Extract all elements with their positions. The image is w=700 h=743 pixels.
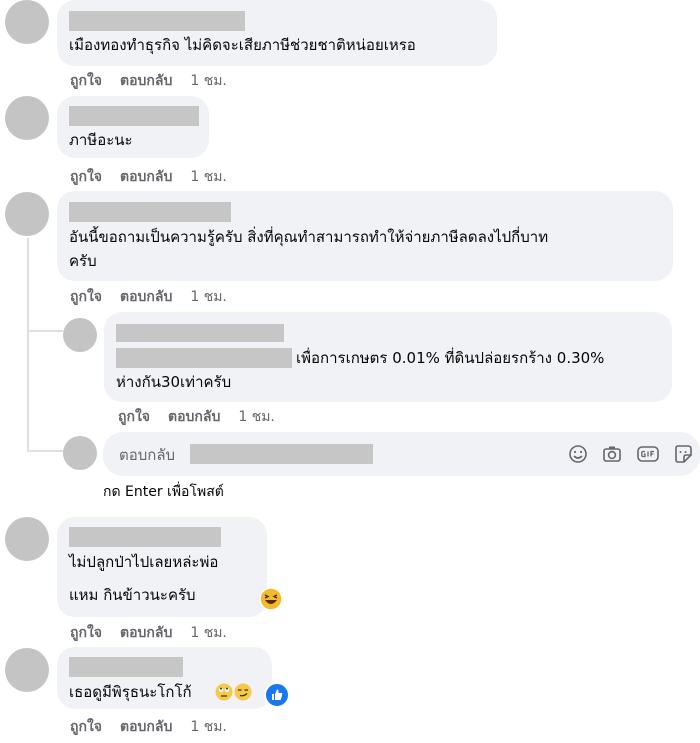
avatar[interactable] [5, 648, 49, 692]
timestamp[interactable]: 1 ชม. [190, 625, 227, 641]
reply-button[interactable]: ตอบกลับ [120, 169, 172, 185]
redacted-author-name [116, 324, 284, 342]
comment-actions: ถูกใจ ตอบกลับ 1 ชม. [70, 166, 245, 188]
comment-bubble: เธอดูมีพิรุธนะโกโก้ [57, 647, 272, 709]
reply-input-label: ตอบกลับ [119, 446, 176, 464]
avatar[interactable] [5, 517, 49, 561]
comment-bubble: เพื่อการเกษตร 0.01% ที่ดินปล่อยรกร้าง 0.… [104, 312, 672, 402]
emoji-icon[interactable] [568, 444, 588, 464]
laughing-reaction-icon[interactable] [259, 587, 283, 611]
like-button[interactable]: ถูกใจ [70, 289, 102, 305]
comment-text: แหม กินข้าวนะครับ [69, 586, 196, 604]
comment-bubble: อันนี้ขอถามเป็นความรู้ครับ สิ่งที่คุณทำส… [57, 191, 673, 281]
reply-button[interactable]: ตอบกลับ [120, 625, 172, 641]
camera-icon[interactable] [602, 444, 622, 464]
like-button[interactable]: ถูกใจ [118, 409, 150, 425]
avatar[interactable] [5, 0, 49, 44]
redacted-author-name [69, 11, 245, 31]
avatar [63, 436, 97, 470]
comment-actions: ถูกใจ ตอบกลับ 1 ชม. [118, 406, 293, 428]
comment-text: ห่างกัน30เท่าครับ [116, 373, 232, 391]
sticker-icon[interactable] [673, 444, 693, 464]
reply-button[interactable]: ตอบกลับ [120, 73, 172, 89]
comment-actions: ถูกใจ ตอบกลับ 1 ชม. [70, 622, 245, 644]
comment-bubble: ไม่ปลูกป่าไปเลยหล่ะพ่อ แหม กินข้าวนะครับ [57, 517, 267, 617]
like-button[interactable]: ถูกใจ [70, 169, 102, 185]
reply-input[interactable]: ตอบกลับ [103, 432, 700, 476]
comment-bubble: ภาษีอะนะ [57, 96, 209, 158]
thread-line [27, 330, 63, 332]
comment-actions: ถูกใจ ตอบกลับ 1 ชม. [70, 70, 245, 92]
like-button[interactable]: ถูกใจ [70, 625, 102, 641]
thread-line [27, 450, 63, 452]
comment-actions: ถูกใจ ตอบกลับ 1 ชม. [70, 716, 245, 738]
reply-button[interactable]: ตอบกลับ [120, 289, 172, 305]
comment-text: เธอดูมีพิรุธนะโกโก้ [69, 683, 192, 701]
comment-text: ครับ [69, 252, 97, 270]
redacted-author-name [69, 527, 221, 547]
timestamp[interactable]: 1 ชม. [190, 73, 227, 89]
avatar[interactable] [5, 192, 49, 236]
timestamp[interactable]: 1 ชม. [190, 719, 227, 735]
timestamp[interactable]: 1 ชม. [190, 289, 227, 305]
thread-line [27, 238, 29, 450]
redacted-author-name [69, 657, 183, 677]
comment-text: ภาษีอะนะ [69, 131, 133, 149]
reply-button[interactable]: ตอบกลับ [168, 409, 220, 425]
gif-icon[interactable] [637, 444, 659, 464]
comment-text: เพื่อการเกษตร 0.01% ที่ดินปล่อยรกร้าง 0.… [296, 349, 605, 367]
reply-button[interactable]: ตอบกลับ [120, 719, 172, 735]
timestamp[interactable]: 1 ชม. [190, 169, 227, 185]
avatar[interactable] [5, 96, 49, 140]
timestamp[interactable]: 1 ชม. [238, 409, 275, 425]
like-button[interactable]: ถูกใจ [70, 73, 102, 89]
comment-bubble: เมืองทองทำธุรกิจ ไม่คิดจะเสียภาษีช่วยชาต… [57, 0, 497, 66]
redacted-author-name [69, 202, 231, 222]
redacted-author-name [69, 106, 199, 126]
post-hint: กด Enter เพื่อโพสต์ [103, 484, 224, 500]
comment-actions: ถูกใจ ตอบกลับ 1 ชม. [70, 286, 245, 308]
rolling-eyes-emoji-icon [215, 683, 233, 701]
redacted-mention [116, 348, 292, 368]
redacted-mention [190, 444, 373, 464]
comment-text: ไม่ปลูกป่าไปเลยหล่ะพ่อ [69, 553, 219, 571]
comment-text: อันนี้ขอถามเป็นความรู้ครับ สิ่งที่คุณทำส… [69, 228, 549, 246]
avatar[interactable] [63, 318, 97, 352]
comment-text: เมืองทองทำธุรกิจ ไม่คิดจะเสียภาษีช่วยชาต… [69, 36, 416, 54]
smirk-emoji-icon [234, 683, 252, 701]
like-reaction-icon[interactable] [264, 682, 290, 708]
like-button[interactable]: ถูกใจ [70, 719, 102, 735]
